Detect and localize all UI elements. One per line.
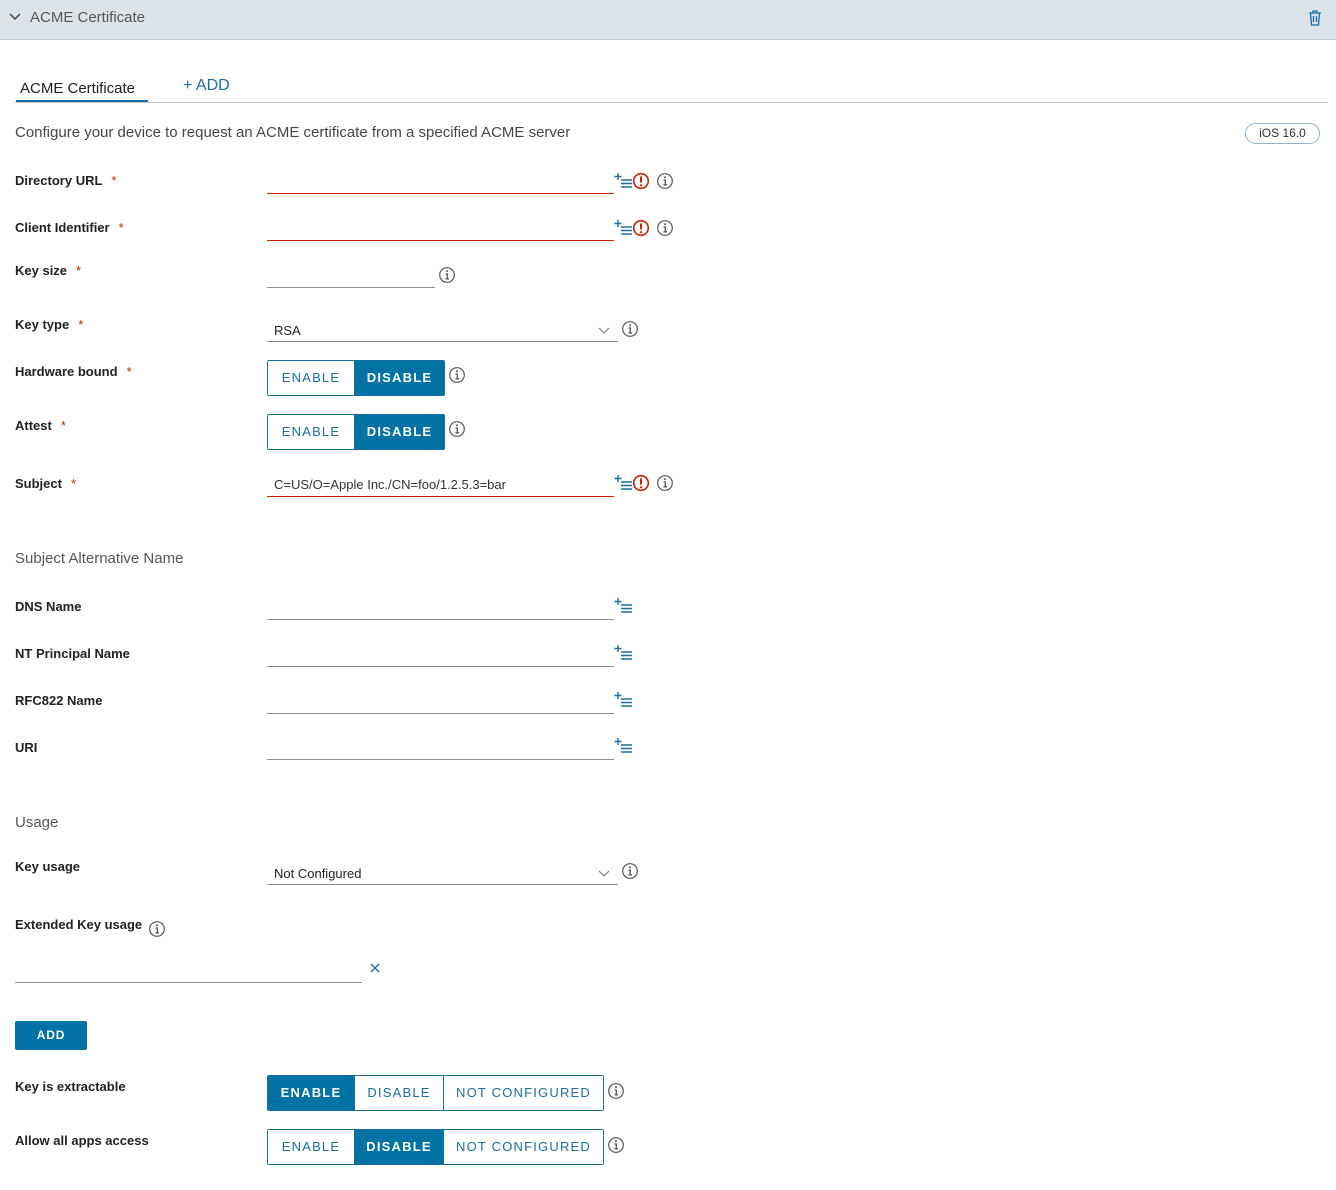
chevron-down-icon <box>598 323 610 334</box>
key-usage-select[interactable]: Not Configured <box>267 859 618 885</box>
key-is-extractable-disable-button[interactable]: DISABLE <box>355 1076 444 1110</box>
directory-url-input[interactable] <box>267 168 614 194</box>
key-usage-value: Not Configured <box>274 866 362 881</box>
tab-divider <box>14 102 1328 103</box>
uri-label: URI <box>15 740 38 755</box>
san-section-title: Subject Alternative Name <box>15 550 184 567</box>
info-icon[interactable] <box>148 920 166 938</box>
key-type-select[interactable]: RSA <box>267 316 618 342</box>
chevron-down-icon <box>598 866 610 877</box>
key-is-extractable-not-configured-button[interactable]: NOT CONFIGURED <box>444 1076 603 1110</box>
rfc822-name-label: RFC822 Name <box>15 693 103 708</box>
os-version-badge: iOS 16.0 <box>1245 123 1320 144</box>
key-size-label: Key size * <box>15 263 82 278</box>
key-usage-label: Key usage <box>15 859 81 874</box>
insert-lookup-icon[interactable] <box>614 737 632 755</box>
insert-lookup-icon[interactable] <box>614 219 632 237</box>
payload-description: Configure your device to request an ACME… <box>15 124 571 141</box>
allow-all-apps-access-label: Allow all apps access <box>15 1133 149 1148</box>
client-identifier-label: Client Identifier * <box>15 220 124 235</box>
nt-principal-name-input[interactable] <box>267 641 614 667</box>
add-tab-button[interactable]: + ADD <box>183 77 230 95</box>
allow-all-apps-access-enable-button[interactable]: ENABLE <box>268 1130 355 1164</box>
attest-toggle[interactable]: ENABLE DISABLE <box>267 414 445 450</box>
info-icon[interactable] <box>448 366 466 384</box>
add-extended-key-usage-button[interactable]: ADD <box>15 1021 87 1050</box>
insert-lookup-icon[interactable] <box>614 172 632 190</box>
hardware-bound-enable-button[interactable]: ENABLE <box>268 361 355 395</box>
section-title: ACME Certificate <box>30 9 146 26</box>
insert-lookup-icon[interactable] <box>614 691 632 709</box>
extended-key-usage-input[interactable] <box>15 957 362 983</box>
error-icon <box>632 219 650 237</box>
tab-acme-certificate[interactable]: ACME Certificate <box>16 80 148 104</box>
info-icon[interactable] <box>607 1082 625 1100</box>
trash-icon[interactable] <box>1307 9 1323 27</box>
extended-key-usage-label: Extended Key usage <box>15 917 143 932</box>
hardware-bound-label: Hardware bound * <box>15 364 132 379</box>
info-icon[interactable] <box>607 1136 625 1154</box>
attest-enable-button[interactable]: ENABLE <box>268 415 355 449</box>
dns-name-input[interactable] <box>267 594 614 620</box>
info-icon[interactable] <box>621 862 639 880</box>
info-icon[interactable] <box>656 219 674 237</box>
key-type-value: RSA <box>274 323 301 338</box>
insert-lookup-icon[interactable] <box>614 474 632 492</box>
allow-all-apps-access-not-configured-button[interactable]: NOT CONFIGURED <box>444 1130 603 1164</box>
clear-icon[interactable] <box>368 961 382 975</box>
key-type-label: Key type * <box>15 317 84 332</box>
subject-label: Subject * <box>15 476 77 491</box>
info-icon[interactable] <box>621 320 639 338</box>
insert-lookup-icon[interactable] <box>614 597 632 615</box>
directory-url-label: Directory URL * <box>15 173 117 188</box>
usage-section-title: Usage <box>15 814 59 831</box>
info-icon[interactable] <box>438 266 456 284</box>
client-identifier-input[interactable] <box>267 215 614 241</box>
key-size-input[interactable] <box>267 262 435 288</box>
allow-all-apps-access-disable-button[interactable]: DISABLE <box>355 1130 444 1164</box>
key-is-extractable-toggle[interactable]: ENABLE DISABLE NOT CONFIGURED <box>267 1075 604 1111</box>
rfc822-name-input[interactable] <box>267 688 614 714</box>
subject-input[interactable]: C=US/O=Apple Inc./CN=foo/1.2.5.3=bar <box>267 471 614 497</box>
section-header[interactable]: ACME Certificate <box>0 0 1336 40</box>
hardware-bound-toggle[interactable]: ENABLE DISABLE <box>267 360 445 396</box>
insert-lookup-icon[interactable] <box>614 644 632 662</box>
info-icon[interactable] <box>656 172 674 190</box>
error-icon <box>632 172 650 190</box>
error-icon <box>632 474 650 492</box>
attest-disable-button[interactable]: DISABLE <box>355 415 444 449</box>
allow-all-apps-access-toggle[interactable]: ENABLE DISABLE NOT CONFIGURED <box>267 1129 604 1165</box>
hardware-bound-disable-button[interactable]: DISABLE <box>355 361 444 395</box>
key-is-extractable-enable-button[interactable]: ENABLE <box>268 1076 355 1110</box>
info-icon[interactable] <box>448 420 466 438</box>
nt-principal-name-label: NT Principal Name <box>15 646 130 661</box>
info-icon[interactable] <box>656 474 674 492</box>
dns-name-label: DNS Name <box>15 599 82 614</box>
chevron-down-icon[interactable] <box>8 10 22 24</box>
key-is-extractable-label: Key is extractable <box>15 1079 126 1094</box>
attest-label: Attest * <box>15 418 66 433</box>
uri-input[interactable] <box>267 734 614 760</box>
